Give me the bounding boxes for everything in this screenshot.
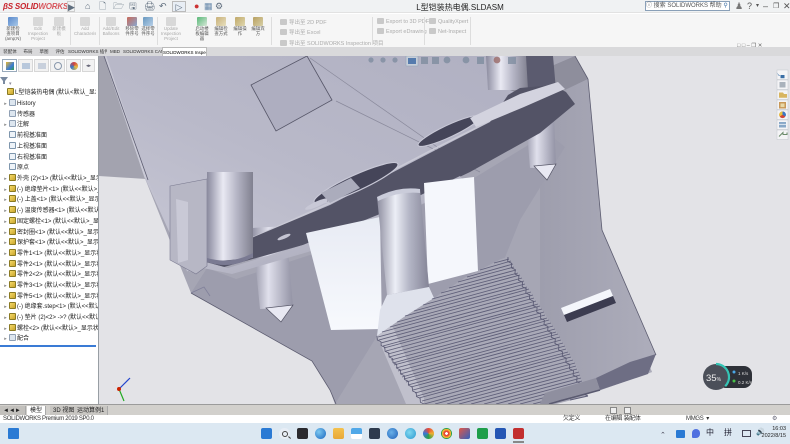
svg-text:0.2 K/s: 0.2 K/s — [738, 380, 753, 385]
svg-text:1 K/s: 1 K/s — [738, 371, 749, 376]
